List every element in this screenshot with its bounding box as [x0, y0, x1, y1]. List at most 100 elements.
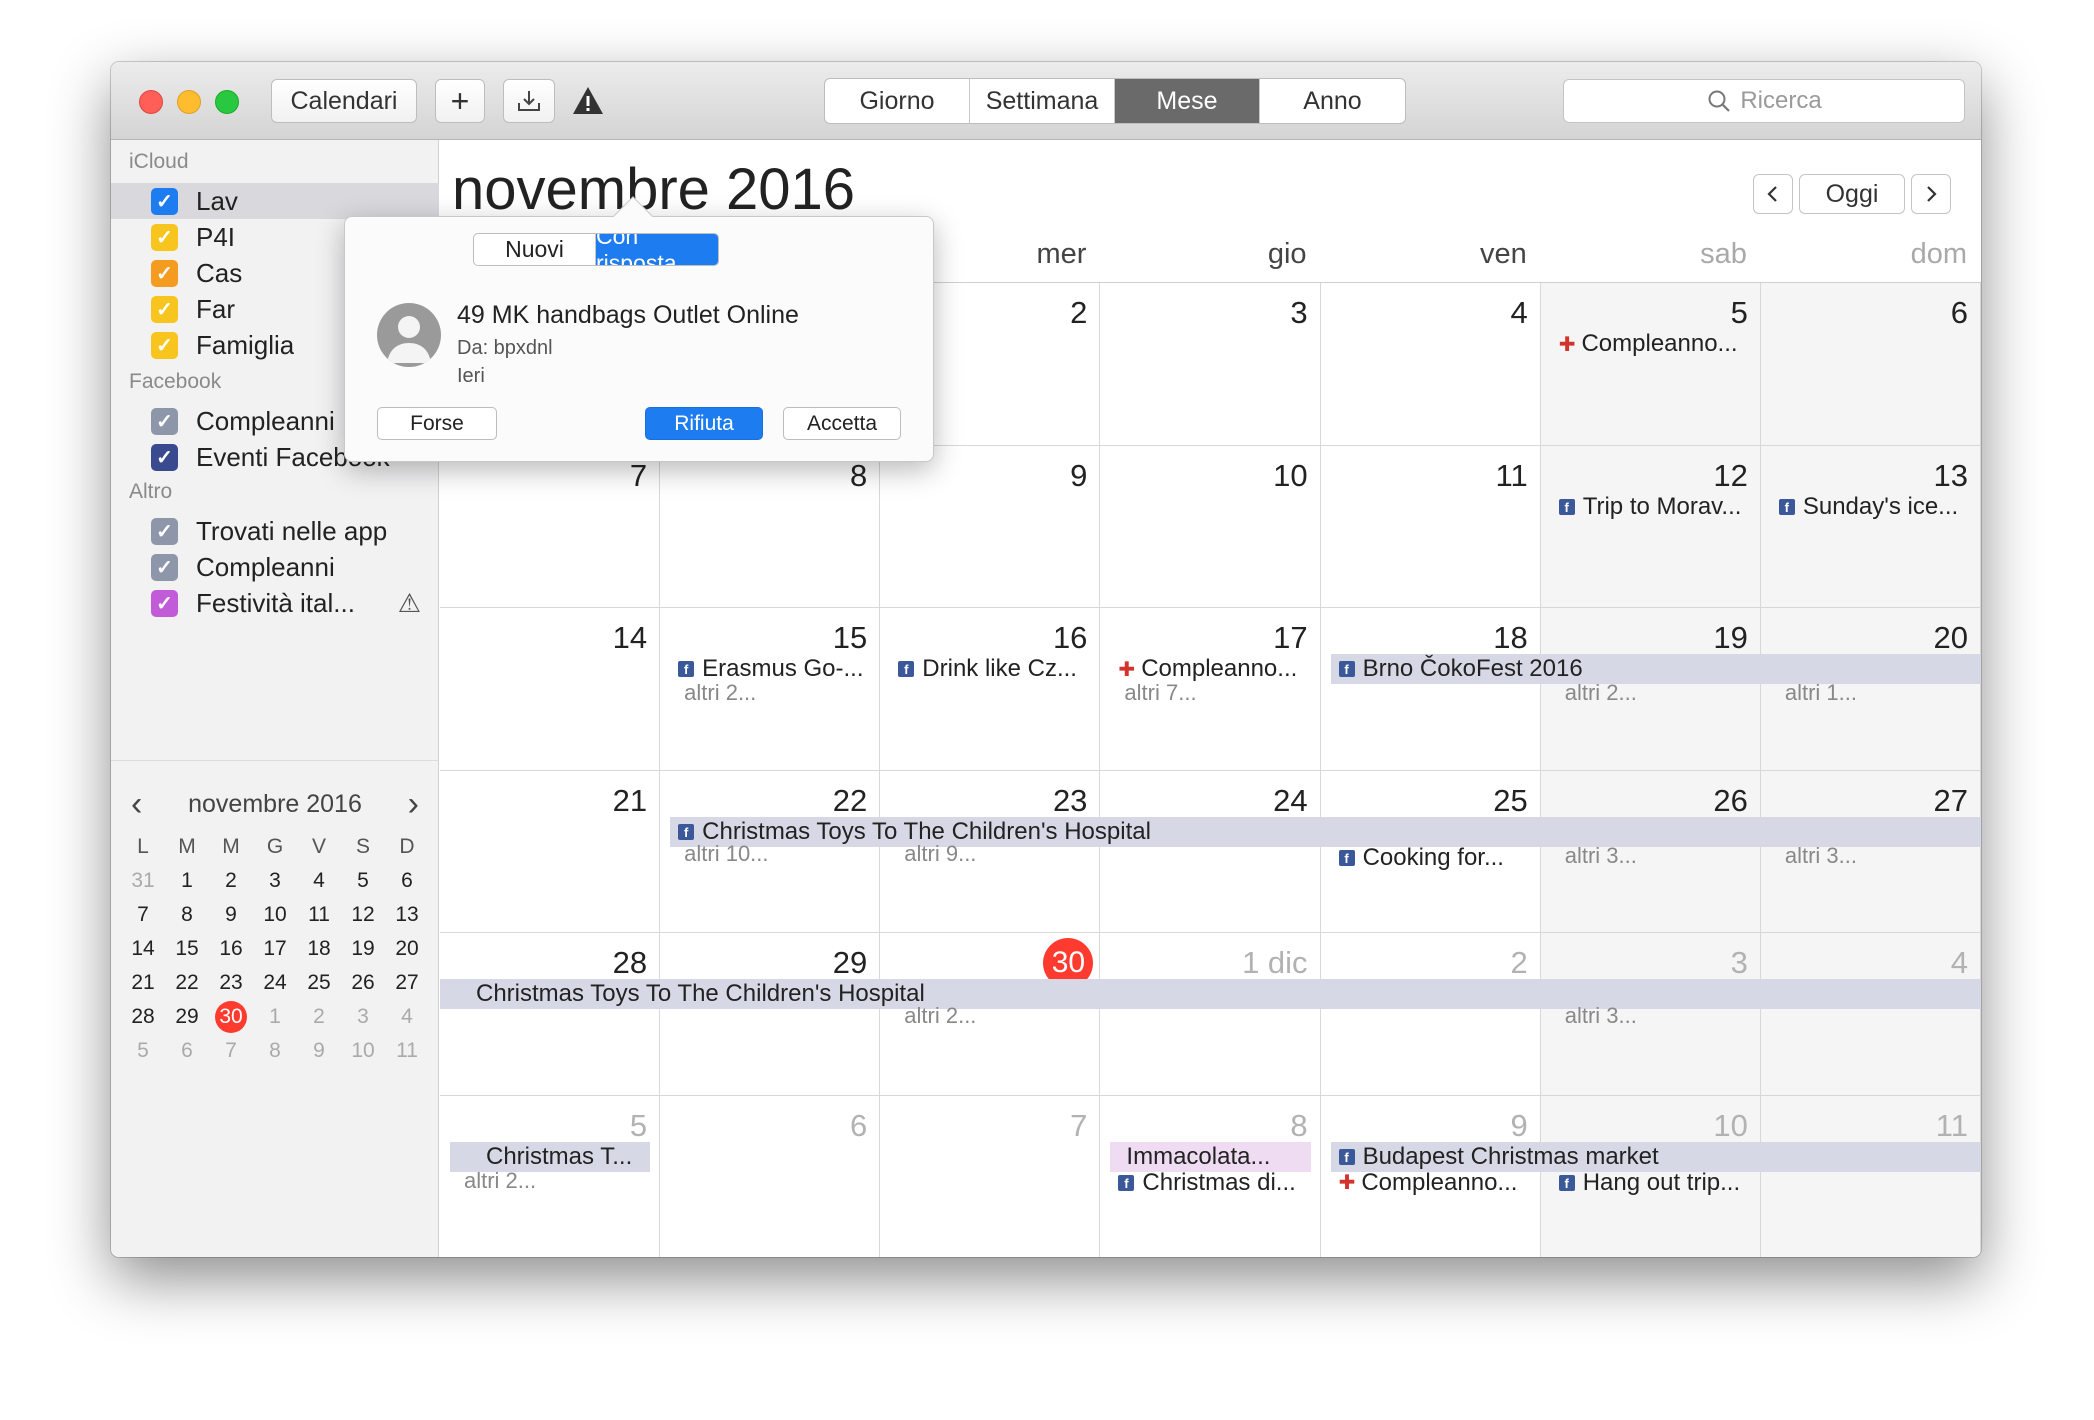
mini-day[interactable]: 12	[341, 898, 385, 932]
mini-day[interactable]: 11	[297, 898, 341, 932]
day-cell[interactable]: 14	[440, 608, 661, 771]
previous-month-button[interactable]	[1753, 174, 1793, 214]
mini-day[interactable]: 31	[121, 864, 165, 898]
calendar-checkbox[interactable]: ✓	[151, 407, 178, 435]
mini-day[interactable]: 2	[297, 1000, 341, 1034]
calendar-event[interactable]: f Hang out trip...	[1551, 1168, 1751, 1198]
more-events-link[interactable]: altri 2...	[1565, 680, 1637, 706]
mini-day[interactable]: 5	[341, 864, 385, 898]
sidebar-calendar-item[interactable]: ✓ Lav	[111, 183, 439, 219]
day-cell[interactable]: 24	[1100, 770, 1321, 933]
mini-day[interactable]: 1	[253, 1000, 297, 1034]
minimize-button[interactable]	[177, 90, 201, 114]
mini-day[interactable]: 10	[253, 898, 297, 932]
calendar-event[interactable]: ✚ Compleanno...	[1551, 329, 1751, 359]
mini-day[interactable]: 22	[165, 966, 209, 1000]
day-cell[interactable]: 29	[660, 933, 881, 1096]
mini-day[interactable]: 5	[121, 1034, 165, 1068]
calendar-checkbox[interactable]: ✓	[151, 443, 178, 471]
warning-icon[interactable]	[571, 84, 605, 118]
day-cell[interactable]: 3	[1100, 283, 1321, 446]
mini-day[interactable]: 29	[165, 1000, 209, 1034]
view-month[interactable]: Mese	[1115, 79, 1260, 123]
day-cell[interactable]: 10	[1100, 445, 1321, 608]
search-field[interactable]: Ricerca	[1563, 79, 1965, 123]
mini-day[interactable]: 15	[165, 932, 209, 966]
day-cell[interactable]: 6	[660, 1095, 881, 1257]
mini-day[interactable]: 16	[209, 932, 253, 966]
day-cell[interactable]: 16	[880, 608, 1101, 771]
mini-day[interactable]: 4	[297, 864, 341, 898]
day-cell[interactable]: 18	[1320, 608, 1541, 771]
mini-day[interactable]: 10	[341, 1034, 385, 1068]
more-events-link[interactable]: altri 3...	[1785, 843, 1857, 869]
more-events-link[interactable]: altri 3...	[1565, 1003, 1637, 1029]
mini-day[interactable]: 8	[165, 898, 209, 932]
accept-button[interactable]: Accetta	[783, 407, 901, 440]
mini-day[interactable]: 1	[165, 864, 209, 898]
mini-day[interactable]: 30	[209, 1000, 253, 1034]
mini-day[interactable]: 23	[209, 966, 253, 1000]
mini-day[interactable]: 14	[121, 932, 165, 966]
mini-day[interactable]: 20	[385, 932, 429, 966]
mini-day[interactable]: 3	[341, 1000, 385, 1034]
next-month-button[interactable]	[1911, 174, 1951, 214]
calendar-checkbox[interactable]: ✓	[151, 553, 178, 581]
mini-day[interactable]: 19	[341, 932, 385, 966]
day-cell[interactable]: 1 dic	[1100, 933, 1321, 1096]
mini-day[interactable]: 13	[385, 898, 429, 932]
zoom-button[interactable]	[215, 90, 239, 114]
more-events-link[interactable]: altri 1...	[1785, 680, 1857, 706]
day-cell[interactable]: 13	[1760, 445, 1981, 608]
calendar-checkbox[interactable]: ✓	[151, 223, 178, 251]
calendar-event[interactable]: ✚ Compleanno...	[1331, 1168, 1531, 1198]
mini-day[interactable]: 2	[209, 864, 253, 898]
calendar-checkbox[interactable]: ✓	[151, 331, 178, 359]
mini-day[interactable]: 21	[121, 966, 165, 1000]
mini-day[interactable]: 9	[209, 898, 253, 932]
mini-day[interactable]: 7	[209, 1034, 253, 1068]
day-cell[interactable]: 21	[440, 770, 661, 933]
mini-day[interactable]: 26	[341, 966, 385, 1000]
maybe-button[interactable]: Forse	[377, 407, 497, 440]
calendar-event[interactable]: f Trip to Morav...	[1551, 492, 1751, 522]
day-cell[interactable]: 5	[1540, 283, 1761, 446]
mini-day[interactable]: 6	[165, 1034, 209, 1068]
mini-day[interactable]: 28	[121, 1000, 165, 1034]
calendar-event[interactable]: f Cooking for...	[1331, 843, 1531, 873]
mini-day[interactable]: 11	[385, 1034, 429, 1068]
sidebar-calendar-item[interactable]: ✓ Compleanni	[151, 549, 421, 585]
close-button[interactable]	[139, 90, 163, 114]
calendar-event[interactable]: f Brno ČokoFest 2016	[1330, 654, 1981, 684]
day-cell[interactable]: 2	[1320, 933, 1541, 1096]
mini-day[interactable]: 17	[253, 932, 297, 966]
more-events-link[interactable]: altri 2...	[904, 1003, 976, 1029]
add-event-button[interactable]: +	[435, 79, 485, 123]
mini-next-month-icon[interactable]: ›	[408, 785, 419, 824]
more-events-link[interactable]: altri 2...	[684, 680, 756, 706]
more-events-link[interactable]: altri 10...	[684, 841, 768, 867]
inbox-button[interactable]	[503, 79, 555, 123]
sidebar-calendar-item[interactable]: ✓ Trovati nelle app	[151, 513, 421, 549]
more-events-link[interactable]: altri 9...	[904, 841, 976, 867]
calendar-checkbox[interactable]: ✓	[151, 187, 178, 215]
view-year[interactable]: Anno	[1260, 79, 1405, 123]
calendar-checkbox[interactable]: ✓	[151, 589, 178, 617]
calendar-event[interactable]: f Christmas di...	[1110, 1168, 1310, 1198]
view-week[interactable]: Settimana	[970, 79, 1115, 123]
mini-day[interactable]: 25	[297, 966, 341, 1000]
day-cell[interactable]: 7	[880, 1095, 1101, 1257]
tab-new[interactable]: Nuovi	[474, 234, 596, 265]
view-day[interactable]: Giorno	[825, 79, 970, 123]
mini-day[interactable]: 18	[297, 932, 341, 966]
mini-day[interactable]: 6	[385, 864, 429, 898]
mini-day[interactable]: 24	[253, 966, 297, 1000]
mini-day[interactable]: 7	[121, 898, 165, 932]
mini-day[interactable]: 8	[253, 1034, 297, 1068]
calendar-event[interactable]: f Drink like Cz...	[890, 654, 1090, 684]
decline-button[interactable]: Rifiuta	[645, 407, 763, 440]
more-events-link[interactable]: altri 3...	[1565, 843, 1637, 869]
tab-answered[interactable]: Con risposta	[596, 234, 718, 265]
calendar-checkbox[interactable]: ✓	[151, 517, 178, 545]
day-cell[interactable]: 11	[1320, 445, 1541, 608]
